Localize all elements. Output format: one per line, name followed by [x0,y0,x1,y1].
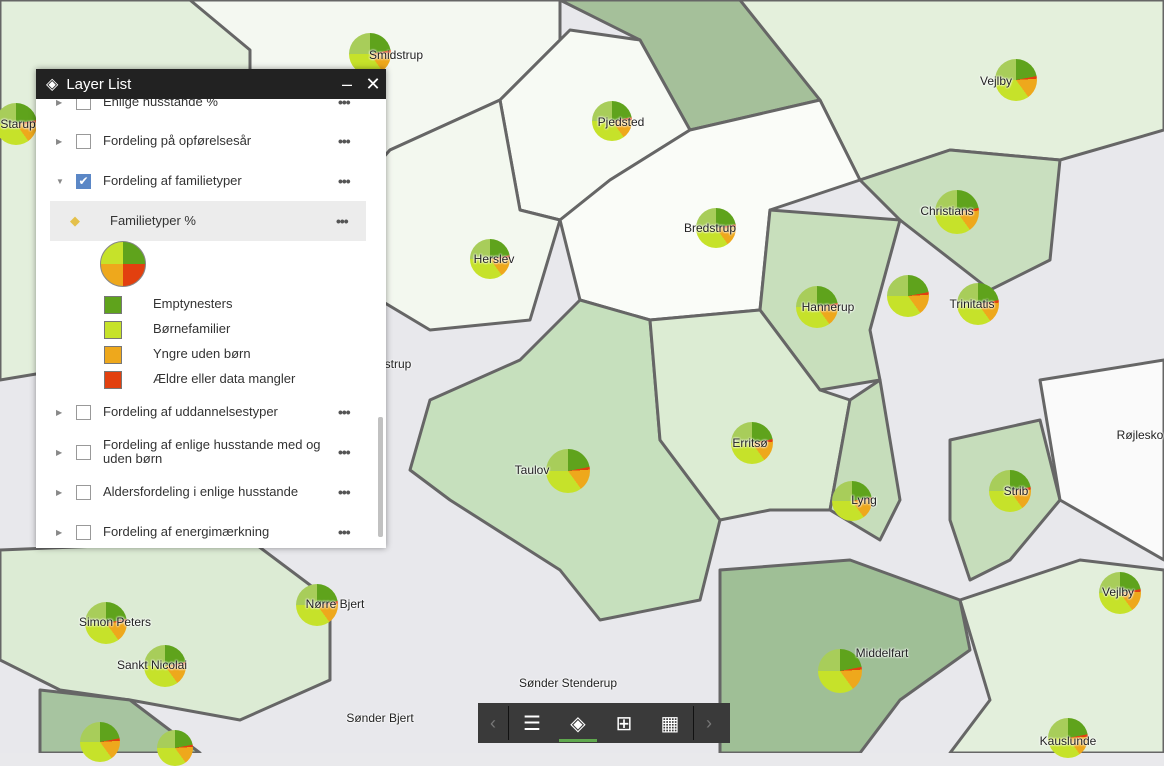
place-label: Bredstrup [683,221,737,235]
panel-header: ◈ Layer List – ✕ [36,69,386,99]
caret-right-icon[interactable]: ▶ [56,488,66,497]
pie-chart-marker[interactable] [887,275,929,317]
place-label: Herslev [473,252,515,266]
layer-item[interactable]: ▼ ✔ Fordeling af familietyper ••• [36,170,368,192]
place-label: Strib [1003,484,1029,498]
legend-swatch [104,321,122,339]
sublayer-item[interactable]: ◆ Familietyper % ••• [50,201,366,241]
legend-swatch [104,296,122,314]
place-label: Hannerup [801,300,855,314]
layer-checkbox[interactable] [76,444,91,460]
bottom-toolbar: ‹ ☰ ◈ ⊞ ▦ › [478,703,730,743]
list-icon[interactable]: ☰ [509,703,555,743]
place-label: Taulov [514,463,550,477]
layer-item[interactable]: ▶ Fordeling på opførelsesår ••• [36,130,368,152]
layer-item[interactable]: ▶ Enlige husstande % ••• [36,99,368,113]
place-label: Nørre Bjert [305,597,365,611]
layer-checkbox[interactable] [76,404,91,420]
place-label: Vejlby [979,74,1013,88]
layer-item[interactable]: ▶ Fordeling af enlige husstande med og ud… [36,437,368,466]
more-options-button[interactable]: ••• [336,213,366,229]
panel-title: Layer List [66,75,132,93]
scrollbar[interactable] [378,417,383,537]
legend-swatch [104,371,122,389]
place-label: Sønder Stenderup [518,676,618,690]
close-button[interactable]: ✕ [360,74,386,95]
place-label: Simon Peters [78,615,152,629]
pie-chart-marker[interactable] [546,449,590,493]
caret-right-icon[interactable]: ▶ [56,408,66,417]
pie-chart-marker[interactable] [80,722,120,762]
layer-item[interactable]: ▶ Fordeling af uddannelsestyper ••• [36,401,368,423]
layer-label: Fordeling af energimærkning [103,524,270,539]
caret-down-icon[interactable]: ▼ [56,177,66,186]
place-label: Middelfart [855,646,909,660]
more-options-button[interactable]: ••• [338,133,368,149]
layer-checkbox[interactable]: ✔ [76,173,91,189]
place-label: Kauslunde [1039,734,1097,748]
place-label: Starup [0,117,36,131]
layer-label: Fordeling af enlige husstande med og ude… [103,437,321,466]
layer-label: Fordeling af uddannelsestyper [103,404,278,419]
layer-label: Fordeling af familietyper [103,173,242,188]
layer-label: Enlige husstande % [103,99,218,109]
layer-label: Aldersfordeling i enlige husstande [103,484,299,499]
more-options-button[interactable]: ••• [338,524,368,540]
layer-checkbox[interactable] [76,99,91,110]
place-label: Sankt Nicolai [116,658,188,672]
place-label: Sønder Bjert [346,711,414,725]
place-label: Vejlby [1101,585,1135,599]
caret-right-icon[interactable]: ▶ [56,99,66,107]
caret-right-icon[interactable]: ▶ [56,137,66,146]
more-options-button[interactable]: ••• [338,444,368,460]
place-label: Lyng [851,493,877,507]
layer-checkbox[interactable] [76,484,91,500]
layer-list: ▶ Enlige husstande % ••• ▶ Fordeling på opfø… [36,99,386,548]
more-options-button[interactable]: ••• [338,99,368,110]
legend-label: Børnefamilier [153,321,231,336]
layers-icon: ◈ [46,76,59,93]
more-options-button[interactable]: ••• [338,404,368,420]
layer-checkbox[interactable] [76,133,91,149]
legend-label: Emptynesters [153,296,233,311]
legend-swatch [104,346,122,364]
diamond-icon: ◆ [70,213,80,228]
place-label: strup [384,357,412,371]
legend-pie-icon [100,241,146,287]
place-label: Smidstrup [368,48,424,62]
more-options-button[interactable]: ••• [338,173,368,189]
place-label: Røjlesko [1116,428,1164,442]
layer-label: Familietyper % [110,213,196,228]
caret-right-icon[interactable]: ▶ [56,448,66,457]
legend-label: Ældre eller data mangler [153,371,296,386]
place-label: Pjedsted [597,115,645,129]
place-label: Erritsø [732,436,768,450]
layer-label: Fordeling på opførelsesår [103,133,252,148]
minimize-button[interactable]: – [334,74,360,95]
layer-checkbox[interactable] [76,524,91,540]
layer-item[interactable]: ▶ Aldersfordeling i enlige husstande ••• [36,481,368,503]
pie-chart-marker[interactable] [157,730,193,766]
more-options-button[interactable]: ••• [338,484,368,500]
layer-item[interactable]: ▶ Fordeling af energimærkning ••• [36,521,368,543]
layers-icon[interactable]: ◈ [555,703,601,743]
place-label: Christians [920,204,974,218]
chevron-left-icon[interactable]: ‹ [478,703,508,743]
place-label: Trinitatis [949,297,995,311]
caret-right-icon[interactable]: ▶ [56,528,66,537]
calculator-icon[interactable]: ⊞ [601,703,647,743]
chevron-right-icon[interactable]: › [694,703,724,743]
layer-list-panel: ◈ Layer List – ✕ ▶ Enlige husstande % ••• ▶… [36,69,386,548]
grid-icon[interactable]: ▦ [647,703,693,743]
legend-label: Yngre uden børn [153,346,251,361]
